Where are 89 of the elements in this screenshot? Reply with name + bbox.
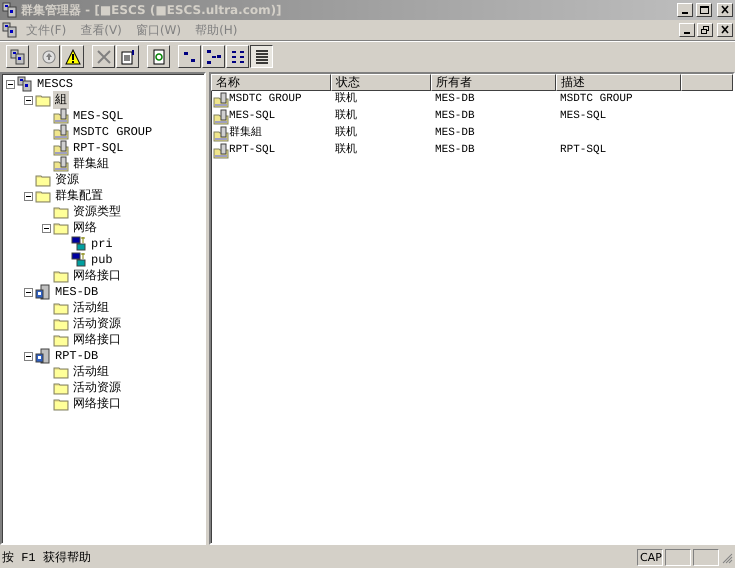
minimize-button[interactable]: [677, 3, 693, 17]
table-cell: 联机: [335, 110, 357, 122]
table-cell: MES-DB: [435, 93, 475, 106]
list-view-icon: [230, 48, 246, 64]
status-indicator: CAP: [637, 549, 663, 566]
tree-item[interactable]: MSDTC GROUP: [71, 123, 154, 141]
table-cell-text: MES-SQL: [229, 109, 276, 124]
table-cell: 联机: [335, 93, 357, 106]
tree-item[interactable]: 組: [53, 91, 69, 109]
close-icon: [720, 5, 730, 15]
network-icon: [71, 236, 87, 252]
tree-item[interactable]: 活动组: [71, 363, 111, 381]
restore-button[interactable]: [697, 23, 713, 37]
network-icon: [71, 252, 87, 268]
resize-grip-icon: [721, 552, 733, 564]
cluster-icon: [10, 48, 26, 64]
table-cell: 联机: [335, 144, 357, 156]
delete-icon: [96, 48, 112, 64]
status-panel: [693, 549, 719, 566]
tree-item[interactable]: MES-DB: [53, 283, 100, 301]
expander-icon[interactable]: [42, 224, 51, 232]
expander-icon[interactable]: [6, 80, 15, 88]
column-header[interactable]: 状态: [331, 74, 431, 91]
close-icon: [720, 25, 730, 35]
tree-item[interactable]: pri: [89, 235, 115, 253]
folder-server-icon: [213, 126, 229, 142]
tree-item[interactable]: RPT-SQL: [71, 139, 126, 157]
table-cell: MES-DB: [435, 144, 475, 156]
server-icon: [35, 284, 51, 300]
minimize-button[interactable]: [679, 23, 695, 37]
cluster-icon: [17, 76, 33, 92]
table-cell-text: 群集組: [229, 125, 262, 142]
expander-icon[interactable]: [24, 288, 33, 296]
properties-icon: [120, 48, 136, 64]
folder-server-icon: [213, 92, 229, 108]
tree-item[interactable]: pub: [89, 251, 115, 269]
folder-server-icon: [213, 142, 229, 158]
tree-item[interactable]: 群集組: [71, 155, 111, 173]
tree-item[interactable]: 网络接口: [71, 267, 123, 285]
minimize-icon: [684, 32, 690, 34]
tree-item[interactable]: 资源类型: [71, 203, 123, 221]
column-header[interactable]: 所有者: [431, 74, 556, 91]
tree-item[interactable]: 活动资源: [71, 315, 123, 333]
tree-item[interactable]: 群集配置: [53, 187, 105, 205]
tree-item[interactable]: RPT-DB: [53, 347, 100, 365]
small-icons-icon: [206, 48, 222, 64]
folder-server-icon: [53, 124, 69, 140]
toolbar-button[interactable]: [250, 45, 273, 68]
table-cell: MSDTC GROUP: [560, 93, 633, 106]
restore-icon: [700, 25, 710, 35]
refresh-icon: [150, 48, 166, 64]
maximize-button[interactable]: [696, 3, 712, 17]
warning-icon: [64, 48, 80, 64]
tree-item[interactable]: 资源: [53, 171, 81, 189]
folder-server-icon: [53, 140, 69, 156]
column-header[interactable]: 描述: [556, 74, 681, 91]
cluster-icon: [2, 2, 18, 18]
table-cell: MES-DB: [435, 127, 475, 140]
status-text: 按 F1 获得帮助: [2, 550, 92, 566]
maximize-icon: [699, 5, 709, 15]
tree-item[interactable]: 网络接口: [71, 395, 123, 413]
bring-online-icon: [40, 48, 56, 64]
table-cell: MES-DB: [435, 110, 475, 122]
minimize-icon: [682, 12, 688, 14]
expander-icon[interactable]: [24, 192, 33, 200]
server-icon: [35, 348, 51, 364]
folder-server-icon: [213, 108, 229, 124]
tree-item[interactable]: MESCS: [35, 75, 76, 93]
status-panel: [665, 549, 691, 566]
tree-item[interactable]: 活动组: [71, 299, 111, 317]
expander-icon[interactable]: [24, 352, 33, 360]
column-header[interactable]: 名称: [211, 74, 331, 91]
folder-server-icon: [53, 108, 69, 124]
close-button[interactable]: [717, 3, 733, 17]
table-cell-text: MSDTC GROUP: [229, 92, 302, 108]
folder-server-icon: [53, 156, 69, 172]
window-title: 群集管理器 - [■ESCS (■ESCS.ultra.com)]: [21, 2, 283, 19]
tree-item[interactable]: 网络接口: [71, 331, 123, 349]
table-cell: RPT-SQL: [560, 144, 606, 156]
table-cell-text: RPT-SQL: [229, 143, 276, 158]
table-cell: MES-SQL: [560, 110, 606, 122]
details-view-icon: [254, 48, 270, 64]
table-cell: 联机: [335, 127, 357, 140]
tree-item[interactable]: MES-SQL: [71, 107, 126, 125]
tree-item[interactable]: 活动资源: [71, 379, 123, 397]
close-button[interactable]: [717, 23, 733, 37]
expander-icon[interactable]: [24, 96, 33, 104]
cluster-icon: [2, 22, 18, 38]
tree-item[interactable]: 网络: [71, 219, 99, 237]
